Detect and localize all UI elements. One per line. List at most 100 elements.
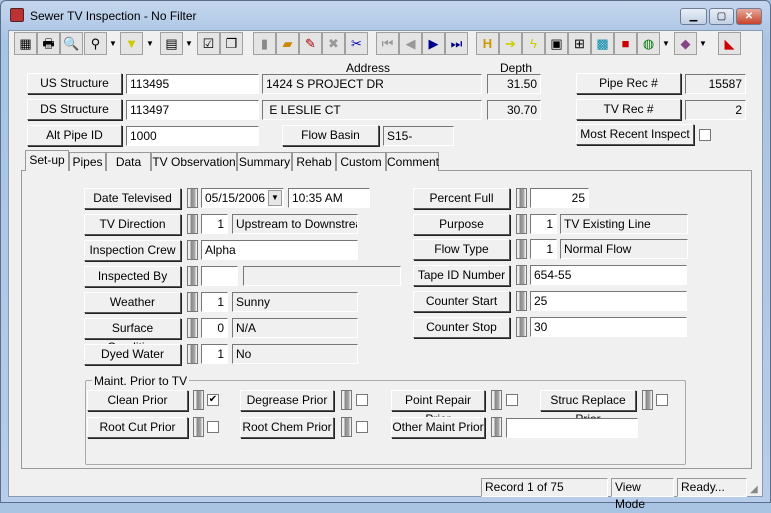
struc-replace-prior-checkbox[interactable]	[656, 394, 668, 406]
close-button[interactable]: ✕	[736, 8, 762, 25]
save-icon[interactable]: ▮	[253, 32, 276, 55]
flow-basin-button[interactable]: Flow Basin	[282, 125, 379, 146]
flow-type-code[interactable]: 1	[530, 239, 557, 259]
root-cut-prior-checkbox[interactable]	[207, 421, 219, 433]
percent-full-input[interactable]: 25	[530, 188, 589, 208]
filter-icon[interactable]: ▼	[120, 32, 143, 55]
globe-icon[interactable]: ◍	[637, 32, 660, 55]
exit-icon[interactable]: ◣	[718, 32, 741, 55]
chevron-down-icon[interactable]: ▼	[697, 32, 709, 55]
counter-stop-input[interactable]: 30	[530, 317, 687, 337]
preview-icon[interactable]: 🔍	[60, 32, 83, 55]
first-record-icon[interactable]: ⏮	[376, 32, 399, 55]
blank-icon[interactable]: ▦	[14, 32, 37, 55]
tab-comment[interactable]: Comment	[386, 152, 439, 171]
previous-record-icon[interactable]: ◀	[399, 32, 422, 55]
clean-prior-button[interactable]: Clean Prior	[87, 390, 188, 411]
surface-condition-button[interactable]: Surface Condition	[84, 318, 181, 354]
most-recent-inspect-button[interactable]: Most Recent Inspect	[576, 124, 694, 145]
other-maint-prior-button[interactable]: Other Maint Prior	[391, 417, 485, 438]
dyed-water-code[interactable]: 1	[201, 344, 228, 364]
other-maint-prior-input[interactable]	[506, 418, 638, 438]
flow-type-button[interactable]: Flow Type	[413, 239, 510, 260]
inspected-by-code[interactable]	[201, 266, 238, 286]
root-chem-prior-checkbox[interactable]	[356, 421, 368, 433]
status-mode: View Mode	[611, 478, 674, 511]
surface-condition-code[interactable]: 0	[201, 318, 228, 338]
inspected-by-button[interactable]: Inspected By	[84, 266, 181, 287]
add-record-icon[interactable]: ▰	[276, 32, 299, 55]
alt-pipe-id-input[interactable]: 1000	[126, 126, 259, 146]
weather-code[interactable]: 1	[201, 292, 228, 312]
tape-id-button[interactable]: Tape ID Number	[413, 265, 510, 286]
h-icon[interactable]: H	[476, 32, 499, 55]
date-televised-button[interactable]: Date Televised	[84, 188, 181, 209]
tab-rehab[interactable]: Rehab	[292, 152, 336, 171]
point-repair-prior-checkbox[interactable]	[506, 394, 518, 406]
ds-structure-button[interactable]: DS Structure	[27, 99, 122, 120]
lightning-icon[interactable]: ϟ	[522, 32, 545, 55]
resize-grip-icon[interactable]: ◢	[750, 484, 758, 495]
chevron-down-icon[interactable]: ▼	[268, 190, 282, 206]
date-televised-picker[interactable]: 05/15/2006 ▼	[201, 188, 284, 208]
chevron-down-icon[interactable]: ▼	[183, 32, 195, 55]
chevron-down-icon[interactable]: ▼	[660, 32, 672, 55]
edit-pencil-icon[interactable]: ✎	[299, 32, 322, 55]
chevron-down-icon[interactable]: ▼	[144, 32, 156, 55]
point-repair-prior-button[interactable]: Point Repair Prior	[391, 390, 485, 426]
last-record-icon[interactable]: ⏭	[445, 32, 468, 55]
next-record-icon[interactable]: ▶	[422, 32, 445, 55]
us-structure-input[interactable]: 113495	[126, 74, 259, 94]
tab-custom[interactable]: Custom	[336, 152, 386, 171]
purpose-button[interactable]: Purpose	[413, 214, 510, 235]
scissors-icon[interactable]: ✂	[345, 32, 368, 55]
us-structure-button[interactable]: US Structure	[27, 73, 122, 94]
struc-replace-prior-button[interactable]: Struc Replace Prior	[540, 390, 636, 426]
book-icon[interactable]: ◆	[674, 32, 697, 55]
diagram-icon[interactable]: ▣	[545, 32, 568, 55]
toolbox-icon[interactable]: ■	[614, 32, 637, 55]
tab-tv-observation[interactable]: TV Observation	[151, 152, 237, 171]
tab-summary[interactable]: Summary	[237, 152, 292, 171]
pipe-rec-button[interactable]: Pipe Rec #	[576, 73, 681, 94]
maximize-button[interactable]: ▢	[709, 8, 734, 25]
inspection-crew-input[interactable]: Alpha	[201, 240, 358, 260]
chevron-down-icon[interactable]: ▼	[107, 32, 119, 55]
tv-direction-button[interactable]: TV Direction	[84, 214, 181, 235]
minimize-button[interactable]: ▁	[680, 8, 707, 25]
inspection-crew-button[interactable]: Inspection Crew	[84, 240, 181, 261]
arrow-right-icon[interactable]: ➔	[499, 32, 522, 55]
percent-full-button[interactable]: Percent Full	[413, 188, 510, 209]
clean-prior-checkbox[interactable]: ✔	[207, 394, 219, 406]
properties-icon[interactable]: ☑	[197, 32, 220, 55]
tab-data[interactable]: Data	[106, 152, 151, 171]
time-televised-input[interactable]: 10:35 AM	[288, 188, 370, 208]
flowchart-icon[interactable]: ⊞	[568, 32, 591, 55]
monitor-icon[interactable]: ▩	[591, 32, 614, 55]
print-icon[interactable]: 🖶	[37, 32, 60, 55]
tab-pipes[interactable]: Pipes	[69, 152, 106, 171]
purpose-code[interactable]: 1	[530, 214, 557, 234]
copy-icon[interactable]: ❐	[220, 32, 243, 55]
degrease-prior-checkbox[interactable]	[356, 394, 368, 406]
tape-id-input[interactable]: 654-55	[530, 265, 687, 285]
dyed-water-button[interactable]: Dyed Water	[84, 344, 181, 365]
tv-direction-code[interactable]: 1	[201, 214, 228, 234]
tab-setup[interactable]: Set-up	[25, 150, 69, 171]
root-cut-prior-button[interactable]: Root Cut Prior	[87, 417, 188, 438]
report-icon[interactable]: ▤	[160, 32, 183, 55]
tv-rec-button[interactable]: TV Rec #	[576, 99, 681, 120]
root-chem-prior-button[interactable]: Root Chem Prior	[240, 417, 334, 438]
counter-start-button[interactable]: Counter Start	[413, 291, 510, 312]
delete-x-icon[interactable]: ✖	[322, 32, 345, 55]
ds-structure-input[interactable]: 113497	[126, 100, 259, 120]
tv-icon	[10, 8, 24, 22]
alt-pipe-id-button[interactable]: Alt Pipe ID	[27, 125, 122, 146]
us-depth-field: 31.50	[487, 74, 541, 94]
most-recent-inspect-checkbox[interactable]	[699, 129, 711, 141]
weather-button[interactable]: Weather	[84, 292, 181, 313]
counter-stop-button[interactable]: Counter Stop	[413, 317, 510, 338]
binoculars-icon[interactable]: ⚲	[84, 32, 107, 55]
degrease-prior-button[interactable]: Degrease Prior	[240, 390, 334, 411]
counter-start-input[interactable]: 25	[530, 291, 687, 311]
